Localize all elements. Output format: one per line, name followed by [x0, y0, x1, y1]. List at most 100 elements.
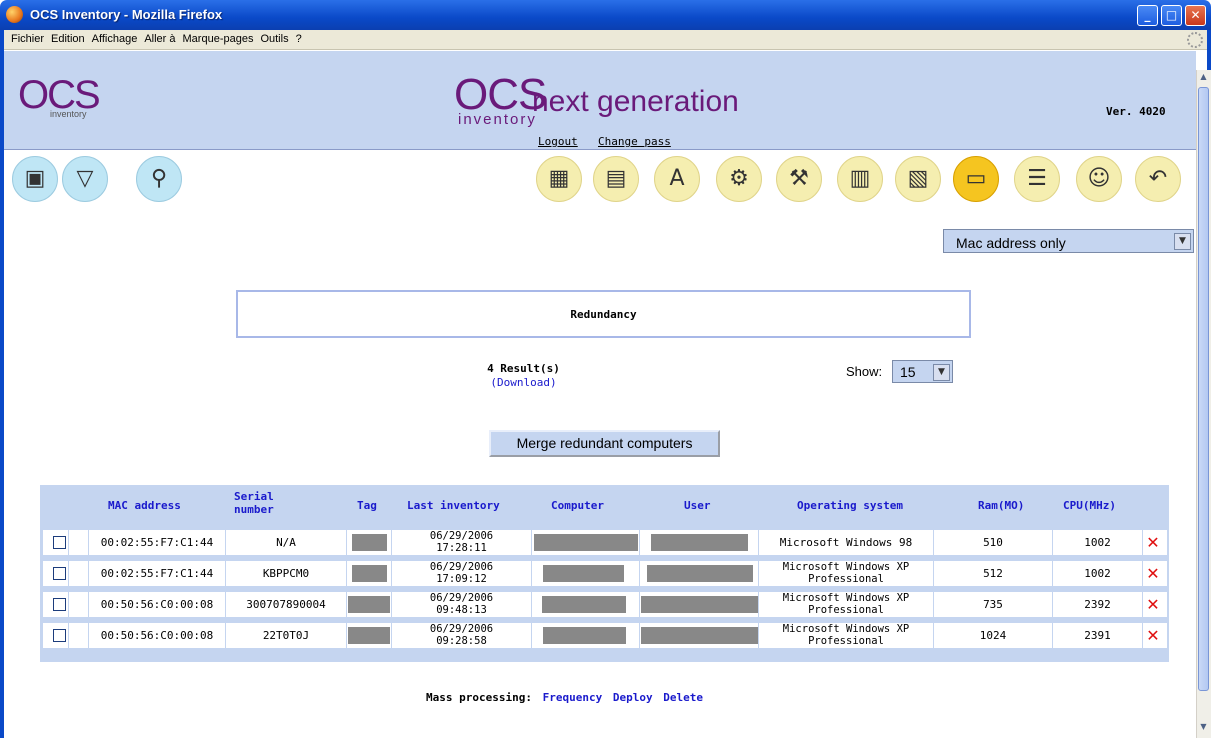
os-cell: Microsoft Windows XP: [782, 623, 910, 635]
date-cell: 06/29/2006: [429, 623, 494, 635]
redundancy-icon[interactable]: ▭: [953, 156, 999, 202]
mass-processing-label: Mass processing:: [426, 691, 532, 704]
menu-outils[interactable]: Outils: [260, 33, 288, 45]
labels-icon[interactable]: ▧: [895, 156, 941, 202]
redacted-computer: [542, 596, 626, 613]
redacted-user: [647, 565, 753, 582]
chevron-down-icon[interactable]: ▼: [933, 364, 950, 381]
rules-icon[interactable]: ☰: [1014, 156, 1060, 202]
ram-cell: 1024: [979, 629, 1007, 642]
mass-processing: Mass processing: Frequency Deploy Delete: [426, 691, 703, 704]
cpu-cell: 1002: [1084, 536, 1111, 549]
cpu-cell: 1002: [1084, 567, 1111, 580]
delete-icon[interactable]: ✕: [1143, 626, 1163, 645]
close-button[interactable]: ✕: [1185, 5, 1206, 26]
ocs-logo-tail: next generation: [532, 85, 739, 118]
criteria-select-value: Mac address only: [956, 235, 1066, 251]
delete-link[interactable]: Delete: [663, 691, 703, 704]
redacted-user: [641, 596, 758, 613]
menu-marque-pages[interactable]: Marque-pages: [183, 33, 254, 45]
redacted-user: [641, 627, 758, 644]
deploy-link[interactable]: Deploy: [613, 691, 653, 704]
chevron-down-icon[interactable]: ▼: [1174, 233, 1191, 250]
throbber-icon: [1187, 32, 1203, 48]
menu-fichier[interactable]: Fichier: [11, 33, 44, 45]
maximize-button[interactable]: □: [1161, 5, 1182, 26]
firewall-icon[interactable]: ▤: [593, 156, 639, 202]
logout-link[interactable]: Logout: [538, 135, 578, 148]
table-row: 00:50:56:C0:00:08 300707890004 06/29/200…: [42, 592, 1167, 617]
os-cell-line2: Professional: [808, 573, 884, 585]
mac-cell: 00:50:56:C0:00:08: [100, 629, 214, 642]
mac-cell: 00:02:55:F7:C1:44: [100, 536, 214, 549]
col-tag[interactable]: Tag: [357, 499, 377, 512]
redacted-tag: [348, 596, 390, 613]
config-icon[interactable]: ⚙: [716, 156, 762, 202]
serial-cell: 300707890004: [246, 598, 326, 611]
time-cell: 09:48:13: [436, 604, 487, 616]
scroll-up-icon[interactable]: ▲: [1198, 72, 1209, 86]
col-computer[interactable]: Computer: [551, 499, 604, 512]
computers-icon[interactable]: ▣: [12, 156, 58, 202]
time-cell: 17:09:12: [436, 573, 487, 585]
redacted-tag: [348, 627, 390, 644]
show-select[interactable]: 15 ▼: [892, 360, 953, 383]
delete-icon[interactable]: ✕: [1143, 533, 1163, 552]
scroll-down-icon[interactable]: ▼: [1198, 722, 1209, 736]
firefox-icon: [6, 6, 23, 23]
menu-affichage[interactable]: Affichage: [92, 33, 138, 45]
col-ram[interactable]: Ram(MO): [978, 499, 1024, 512]
cpu-cell: 2392: [1084, 598, 1111, 611]
date-cell: 06/29/2006: [429, 561, 494, 573]
scrollbar-thumb[interactable]: [1198, 87, 1209, 691]
row-checkbox[interactable]: [53, 598, 66, 611]
ram-cell: 735: [983, 598, 1003, 611]
back-icon[interactable]: ↶: [1135, 156, 1181, 202]
frequency-link[interactable]: Frequency: [543, 691, 603, 704]
menu-bar: Fichier Edition Affichage Aller à Marque-pag…: [4, 30, 1207, 50]
delete-icon[interactable]: ✕: [1143, 564, 1163, 583]
os-cell: Microsoft Windows XP: [782, 592, 910, 604]
delete-icon[interactable]: ✕: [1143, 595, 1163, 614]
os-cell-line2: Professional: [808, 635, 884, 647]
redacted-computer: [543, 627, 626, 644]
date-cell: 06/29/2006: [429, 592, 494, 604]
mac-cell: 00:02:55:F7:C1:44: [100, 567, 214, 580]
serial-cell: N/A: [276, 536, 296, 549]
table-row: 00:02:55:F7:C1:44 N/A 06/29/2006 17:28:11…: [42, 530, 1167, 555]
filter-icon[interactable]: ▽: [62, 156, 108, 202]
col-user[interactable]: User: [684, 499, 711, 512]
col-os[interactable]: Operating system: [797, 499, 903, 512]
redundancy-title: Redundancy: [570, 308, 637, 321]
col-mac[interactable]: MAC address: [108, 499, 181, 512]
row-checkbox[interactable]: [53, 629, 66, 642]
col-last-inventory[interactable]: Last inventory: [407, 499, 500, 512]
download-link[interactable]: (Download): [441, 376, 606, 389]
criteria-select[interactable]: Mac address only ▼: [943, 229, 1194, 253]
show-select-value: 15: [900, 364, 916, 380]
redacted-computer: [534, 534, 638, 551]
table-row: 00:02:55:F7:C1:44 KBPPCM0 06/29/2006 17:0…: [42, 561, 1167, 586]
change-pass-link[interactable]: Change pass: [598, 135, 671, 148]
col-serial[interactable]: Serial number: [234, 490, 294, 516]
admin-icon[interactable]: ☺: [1076, 156, 1122, 202]
mac-cell: 00:50:56:C0:00:08: [100, 598, 214, 611]
serial-cell: 22T0T0J: [262, 629, 310, 642]
row-checkbox[interactable]: [53, 536, 66, 549]
page-header: OCS inventory OCS next generation invent…: [4, 51, 1196, 150]
row-checkbox[interactable]: [53, 567, 66, 580]
menu-aller[interactable]: Aller à: [144, 33, 175, 45]
menu-edition[interactable]: Edition: [51, 33, 85, 45]
tools-icon[interactable]: ⚒: [776, 156, 822, 202]
os-cell: Microsoft Windows XP: [782, 561, 910, 573]
registry-icon[interactable]: ▥: [837, 156, 883, 202]
packages-icon[interactable]: ▦: [536, 156, 582, 202]
dictionary-icon[interactable]: A: [654, 156, 700, 202]
search-icon[interactable]: ⚲: [136, 156, 182, 202]
merge-button[interactable]: Merge redundant computers: [489, 430, 720, 457]
col-cpu[interactable]: CPU(MHz): [1063, 499, 1116, 512]
redacted-computer: [543, 565, 624, 582]
menu-help[interactable]: ?: [296, 33, 302, 45]
minimize-button[interactable]: _: [1137, 5, 1158, 26]
redacted-tag: [352, 534, 387, 551]
